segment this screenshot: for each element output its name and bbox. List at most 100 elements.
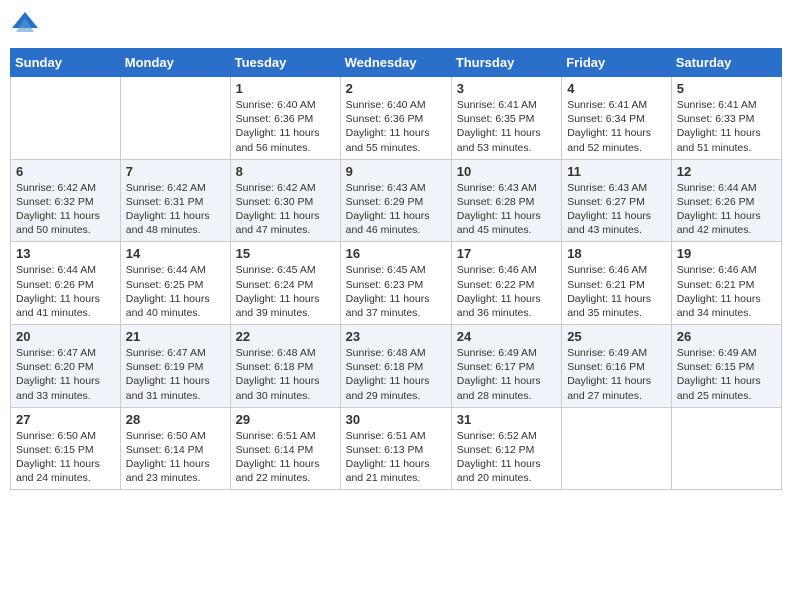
day-info: Sunrise: 6:40 AM Sunset: 6:36 PM Dayligh… (346, 98, 446, 155)
day-number: 10 (457, 164, 556, 179)
day-info: Sunrise: 6:49 AM Sunset: 6:17 PM Dayligh… (457, 346, 556, 403)
day-info: Sunrise: 6:44 AM Sunset: 6:25 PM Dayligh… (126, 263, 225, 320)
calendar-cell: 10 Sunrise: 6:43 AM Sunset: 6:28 PM Dayli… (451, 159, 561, 242)
calendar-week-row: 6 Sunrise: 6:42 AM Sunset: 6:32 PM Daylig… (11, 159, 782, 242)
day-number: 5 (677, 81, 776, 96)
day-number: 13 (16, 246, 115, 261)
day-info: Sunrise: 6:45 AM Sunset: 6:24 PM Dayligh… (236, 263, 335, 320)
day-number: 22 (236, 329, 335, 344)
day-number: 14 (126, 246, 225, 261)
calendar-cell: 14 Sunrise: 6:44 AM Sunset: 6:25 PM Dayli… (120, 242, 230, 325)
day-info: Sunrise: 6:48 AM Sunset: 6:18 PM Dayligh… (236, 346, 335, 403)
calendar-cell: 27Sunrise: 6:50 AM Sunset: 6:15 PM Dayli… (11, 407, 121, 490)
day-number: 21 (126, 329, 225, 344)
calendar-cell: 7Sunrise: 6:42 AM Sunset: 6:31 PM Daylig… (120, 159, 230, 242)
day-number: 8 (236, 164, 335, 179)
day-number: 6 (16, 164, 115, 179)
day-info: Sunrise: 6:48 AM Sunset: 6:18 PM Dayligh… (346, 346, 446, 403)
day-number: 2 (346, 81, 446, 96)
calendar-cell: 8 Sunrise: 6:42 AM Sunset: 6:30 PM Daylig… (230, 159, 340, 242)
day-number: 31 (457, 412, 556, 427)
day-number: 24 (457, 329, 556, 344)
calendar-cell: 9 Sunrise: 6:43 AM Sunset: 6:29 PM Daylig… (340, 159, 451, 242)
day-info: Sunrise: 6:49 AM Sunset: 6:16 PM Dayligh… (567, 346, 666, 403)
day-info: Sunrise: 6:44 AM Sunset: 6:26 PM Dayligh… (677, 181, 776, 238)
calendar-table: SundayMondayTuesdayWednesdayThursdayFrid… (10, 48, 782, 490)
day-number: 23 (346, 329, 446, 344)
day-info: Sunrise: 6:47 AM Sunset: 6:20 PM Dayligh… (16, 346, 115, 403)
day-number: 29 (236, 412, 335, 427)
day-info: Sunrise: 6:45 AM Sunset: 6:23 PM Dayligh… (346, 263, 446, 320)
day-info: Sunrise: 6:41 AM Sunset: 6:35 PM Dayligh… (457, 98, 556, 155)
calendar-cell: 12Sunrise: 6:44 AM Sunset: 6:26 PM Dayli… (671, 159, 781, 242)
day-number: 27 (16, 412, 115, 427)
day-info: Sunrise: 6:46 AM Sunset: 6:21 PM Dayligh… (677, 263, 776, 320)
calendar-cell (11, 77, 121, 160)
calendar-week-row: 20 Sunrise: 6:47 AM Sunset: 6:20 PM Dayli… (11, 325, 782, 408)
calendar-cell: 1 Sunrise: 6:40 AM Sunset: 6:36 PM Daylig… (230, 77, 340, 160)
day-info: Sunrise: 6:46 AM Sunset: 6:21 PM Dayligh… (567, 263, 666, 320)
calendar-cell: 19 Sunrise: 6:46 AM Sunset: 6:21 PM Dayli… (671, 242, 781, 325)
calendar-week-row: 1 Sunrise: 6:40 AM Sunset: 6:36 PM Daylig… (11, 77, 782, 160)
day-number: 1 (236, 81, 335, 96)
calendar-cell: 21Sunrise: 6:47 AM Sunset: 6:19 PM Dayli… (120, 325, 230, 408)
calendar-header-wednesday: Wednesday (340, 49, 451, 77)
calendar-cell: 18 Sunrise: 6:46 AM Sunset: 6:21 PM Dayli… (562, 242, 672, 325)
day-number: 15 (236, 246, 335, 261)
day-info: Sunrise: 6:41 AM Sunset: 6:34 PM Dayligh… (567, 98, 666, 155)
day-info: Sunrise: 6:52 AM Sunset: 6:12 PM Dayligh… (457, 429, 556, 486)
day-number: 20 (16, 329, 115, 344)
day-info: Sunrise: 6:51 AM Sunset: 6:13 PM Dayligh… (346, 429, 446, 486)
day-number: 17 (457, 246, 556, 261)
calendar-cell: 2 Sunrise: 6:40 AM Sunset: 6:36 PM Daylig… (340, 77, 451, 160)
day-info: Sunrise: 6:43 AM Sunset: 6:29 PM Dayligh… (346, 181, 446, 238)
day-number: 3 (457, 81, 556, 96)
day-info: Sunrise: 6:43 AM Sunset: 6:27 PM Dayligh… (567, 181, 666, 238)
calendar-header-monday: Monday (120, 49, 230, 77)
calendar-cell: 11Sunrise: 6:43 AM Sunset: 6:27 PM Dayli… (562, 159, 672, 242)
day-number: 19 (677, 246, 776, 261)
day-info: Sunrise: 6:40 AM Sunset: 6:36 PM Dayligh… (236, 98, 335, 155)
day-info: Sunrise: 6:42 AM Sunset: 6:30 PM Dayligh… (236, 181, 335, 238)
calendar-cell: 5 Sunrise: 6:41 AM Sunset: 6:33 PM Daylig… (671, 77, 781, 160)
day-number: 7 (126, 164, 225, 179)
calendar-header-sunday: Sunday (11, 49, 121, 77)
day-info: Sunrise: 6:43 AM Sunset: 6:28 PM Dayligh… (457, 181, 556, 238)
calendar-cell: 24 Sunrise: 6:49 AM Sunset: 6:17 PM Dayli… (451, 325, 561, 408)
calendar-cell: 28 Sunrise: 6:50 AM Sunset: 6:14 PM Dayli… (120, 407, 230, 490)
logo-icon (10, 10, 40, 40)
day-info: Sunrise: 6:44 AM Sunset: 6:26 PM Dayligh… (16, 263, 115, 320)
calendar-header-row: SundayMondayTuesdayWednesdayThursdayFrid… (11, 49, 782, 77)
day-info: Sunrise: 6:41 AM Sunset: 6:33 PM Dayligh… (677, 98, 776, 155)
day-number: 4 (567, 81, 666, 96)
calendar-header-tuesday: Tuesday (230, 49, 340, 77)
calendar-week-row: 13 Sunrise: 6:44 AM Sunset: 6:26 PM Dayli… (11, 242, 782, 325)
day-number: 18 (567, 246, 666, 261)
day-number: 26 (677, 329, 776, 344)
calendar-cell: 16Sunrise: 6:45 AM Sunset: 6:23 PM Dayli… (340, 242, 451, 325)
calendar-cell (671, 407, 781, 490)
calendar-cell: 13 Sunrise: 6:44 AM Sunset: 6:26 PM Dayli… (11, 242, 121, 325)
calendar-header-thursday: Thursday (451, 49, 561, 77)
calendar-cell (120, 77, 230, 160)
calendar-cell: 23 Sunrise: 6:48 AM Sunset: 6:18 PM Dayli… (340, 325, 451, 408)
day-info: Sunrise: 6:50 AM Sunset: 6:14 PM Dayligh… (126, 429, 225, 486)
logo (10, 10, 44, 40)
day-number: 30 (346, 412, 446, 427)
calendar-cell: 17 Sunrise: 6:46 AM Sunset: 6:22 PM Dayli… (451, 242, 561, 325)
calendar-header-friday: Friday (562, 49, 672, 77)
calendar-cell: 3 Sunrise: 6:41 AM Sunset: 6:35 PM Daylig… (451, 77, 561, 160)
calendar-cell: 4 Sunrise: 6:41 AM Sunset: 6:34 PM Daylig… (562, 77, 672, 160)
calendar-cell: 15 Sunrise: 6:45 AM Sunset: 6:24 PM Dayli… (230, 242, 340, 325)
calendar-header-saturday: Saturday (671, 49, 781, 77)
calendar-cell: 30 Sunrise: 6:51 AM Sunset: 6:13 PM Dayli… (340, 407, 451, 490)
day-info: Sunrise: 6:42 AM Sunset: 6:32 PM Dayligh… (16, 181, 115, 238)
page-header (10, 10, 782, 40)
calendar-cell: 31 Sunrise: 6:52 AM Sunset: 6:12 PM Dayli… (451, 407, 561, 490)
day-number: 28 (126, 412, 225, 427)
day-number: 9 (346, 164, 446, 179)
day-info: Sunrise: 6:46 AM Sunset: 6:22 PM Dayligh… (457, 263, 556, 320)
calendar-cell (562, 407, 672, 490)
calendar-cell: 20 Sunrise: 6:47 AM Sunset: 6:20 PM Dayli… (11, 325, 121, 408)
calendar-cell: 6 Sunrise: 6:42 AM Sunset: 6:32 PM Daylig… (11, 159, 121, 242)
